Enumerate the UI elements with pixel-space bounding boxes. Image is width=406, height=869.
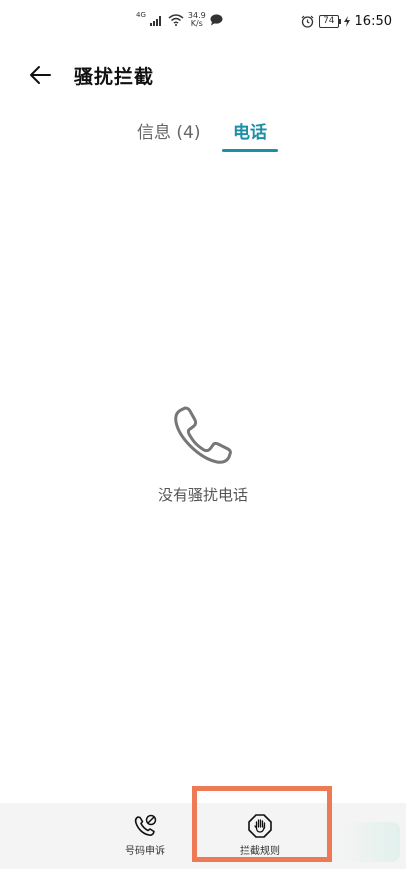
speed-unit: K/s xyxy=(190,19,203,28)
block-rules-label: 拦截规则 xyxy=(240,846,280,857)
status-right: 74 16:50 xyxy=(301,14,392,29)
phone-icon xyxy=(174,406,232,464)
number-appeal-label: 号码申诉 xyxy=(125,846,165,857)
network-speed: 34.9 K/s xyxy=(188,12,206,28)
active-tab-indicator xyxy=(222,149,278,152)
clock: 16:50 xyxy=(354,14,392,29)
bottom-action-bar: 号码申诉 拦截规则 xyxy=(0,803,406,869)
header: 骚扰拦截 xyxy=(0,56,406,96)
tab-calls[interactable]: 电话 xyxy=(233,118,267,143)
message-bubble-icon xyxy=(210,14,223,26)
arrow-left-icon xyxy=(30,66,51,84)
page-title: 骚扰拦截 xyxy=(74,66,155,88)
tab-bar: 信息 (4) 电话 xyxy=(0,118,406,154)
signal-icon xyxy=(149,15,161,26)
network-type: 4G xyxy=(136,11,146,19)
tab-messages[interactable]: 信息 (4) xyxy=(137,118,200,143)
battery-level: 74 xyxy=(319,15,342,28)
status-bar: 4G 34.9 K/s 74 16:50 xyxy=(0,0,406,48)
block-rules-button[interactable]: 拦截规则 xyxy=(205,813,315,857)
charging-icon xyxy=(343,16,350,27)
block-hand-icon xyxy=(248,814,272,838)
fade-decoration xyxy=(340,822,400,862)
empty-state-text: 没有骚扰电话 xyxy=(157,486,248,504)
empty-state: 没有骚扰电话 xyxy=(0,400,406,505)
phone-report-icon xyxy=(134,814,157,836)
status-center: 4G 34.9 K/s xyxy=(136,11,223,28)
wifi-icon xyxy=(168,14,184,26)
back-button[interactable] xyxy=(26,60,56,90)
number-appeal-button[interactable]: 号码申诉 xyxy=(90,813,200,857)
alarm-icon xyxy=(301,15,314,28)
